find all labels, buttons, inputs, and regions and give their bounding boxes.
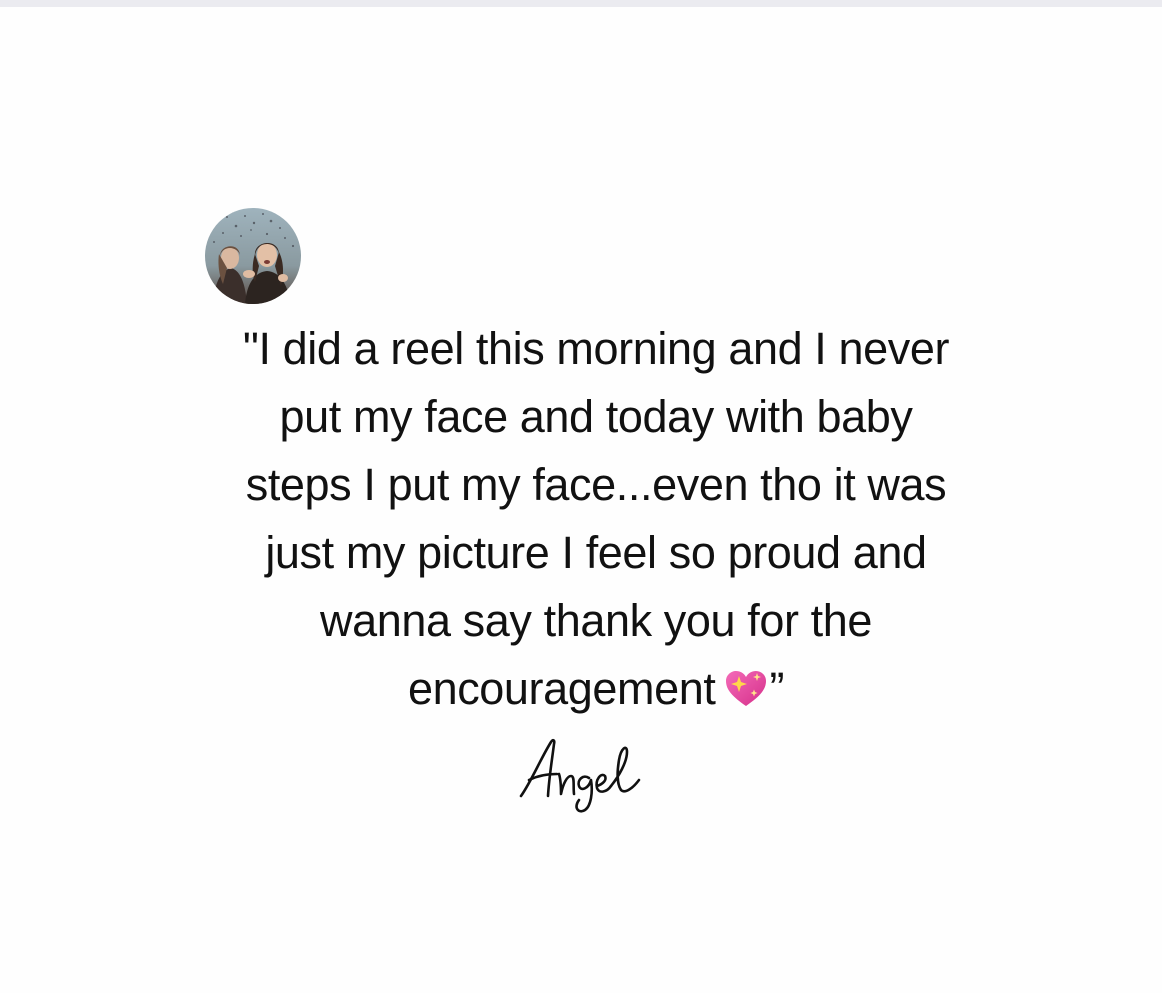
testimonial-quote: "I did a reel this morning and I never p…: [181, 315, 1011, 723]
closing-quote-mark: ”: [769, 663, 785, 714]
testimonial-card: "I did a reel this morning and I never p…: [0, 0, 1162, 993]
sparkling-heart-icon: [723, 663, 769, 709]
avatar-photo: [205, 208, 301, 304]
top-edge-bar: [0, 0, 1162, 7]
signature: [515, 730, 655, 820]
avatar: [205, 208, 301, 304]
quote-text: "I did a reel this morning and I never p…: [242, 323, 950, 714]
